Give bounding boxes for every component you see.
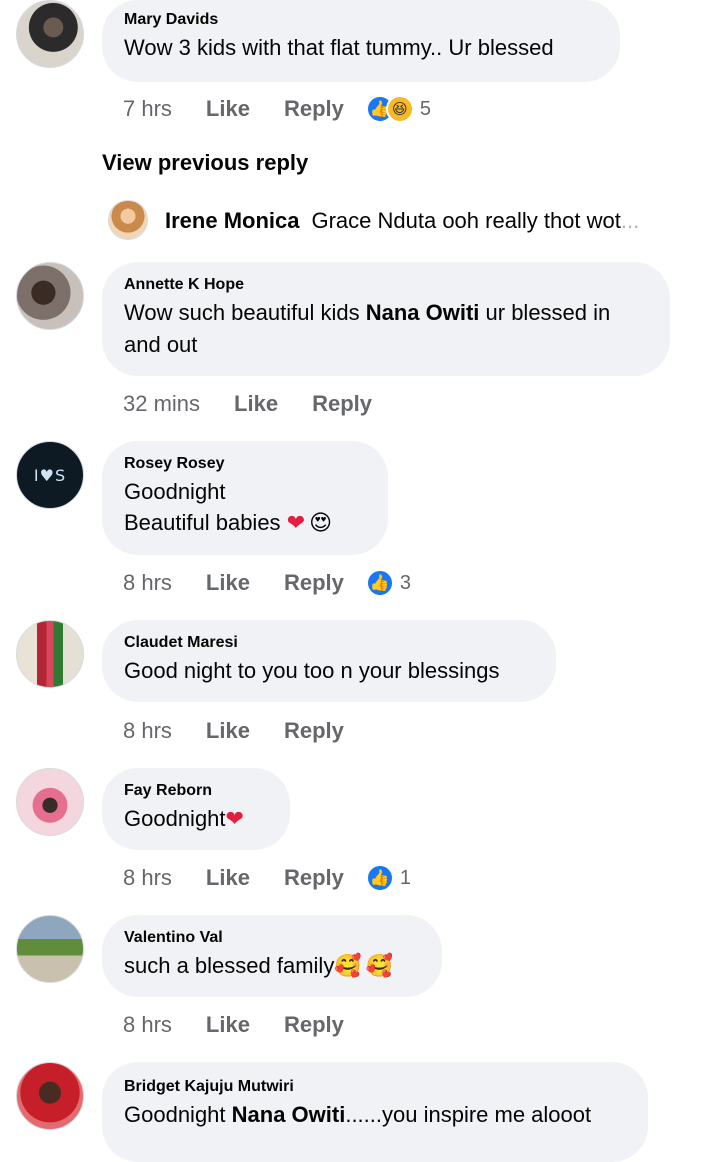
comment-bubble: Claudet Maresi Good night to you too n y…: [102, 620, 556, 702]
like-button[interactable]: Like: [206, 718, 250, 744]
like-icon: 👍: [365, 864, 394, 892]
like-button[interactable]: Like: [234, 391, 278, 417]
timestamp[interactable]: 7 hrs: [123, 96, 172, 122]
like-button[interactable]: Like: [206, 570, 250, 596]
heart-eyes-emoji-icon: 😍: [309, 511, 333, 536]
timestamp[interactable]: 32 mins: [123, 391, 200, 417]
smiling-hearts-emoji-icon: 🥰: [334, 954, 362, 979]
comment-text: Goodnight❤: [124, 803, 268, 836]
comment-actions: 32 mins Like Reply: [123, 389, 406, 419]
avatar[interactable]: [16, 620, 84, 688]
comment-line: Goodnight: [124, 479, 226, 504]
reaction-count: 1: [399, 866, 411, 889]
comment-text-part: Goodnight: [124, 1102, 232, 1127]
comment-text: Good night to you too n your blessings: [124, 658, 500, 683]
commenter-name[interactable]: Rosey Rosey: [124, 454, 366, 474]
comment-actions: 8 hrs Like Reply: [123, 1010, 378, 1040]
comment-text-content: such a blessed family: [124, 953, 335, 978]
commenter-name[interactable]: Mary Davids: [124, 10, 598, 30]
commenter-name[interactable]: Bridget Kajuju Mutwiri: [124, 1077, 626, 1097]
comment-bubble: Mary Davids Wow 3 kids with that flat tu…: [102, 0, 620, 82]
avatar[interactable]: [108, 200, 148, 240]
comment-actions: 8 hrs Like Reply 👍 3: [123, 568, 411, 598]
reply-button[interactable]: Reply: [312, 391, 372, 417]
like-button[interactable]: Like: [206, 1012, 250, 1038]
avatar[interactable]: [16, 262, 84, 330]
avatar[interactable]: [16, 0, 84, 68]
comment-text-part: ......you inspire me alooot: [345, 1102, 592, 1127]
reaction-summary[interactable]: 👍 3: [365, 569, 411, 597]
timestamp[interactable]: 8 hrs: [123, 718, 172, 744]
comment-actions: 7 hrs Like Reply 👍 😆 5: [123, 94, 431, 124]
like-button[interactable]: Like: [206, 96, 250, 122]
reply-button[interactable]: Reply: [284, 1012, 344, 1038]
comment-actions: 8 hrs Like Reply: [123, 716, 378, 746]
reply-button[interactable]: Reply: [284, 865, 344, 891]
reply-ellipsis: ...: [620, 208, 640, 233]
commenter-name[interactable]: Annette K Hope: [124, 275, 648, 295]
timestamp[interactable]: 8 hrs: [123, 865, 172, 891]
reaction-count: 3: [399, 571, 411, 594]
mention-link[interactable]: Nana Owiti: [366, 300, 480, 325]
comment-bubble: Bridget Kajuju Mutwiri Goodnight Nana Ow…: [102, 1062, 648, 1162]
haha-icon: 😆: [385, 95, 414, 123]
timestamp[interactable]: 8 hrs: [123, 1012, 172, 1038]
commenter-name[interactable]: Fay Reborn: [124, 781, 268, 801]
heart-emoji-icon: ❤: [286, 511, 306, 536]
commenter-name[interactable]: Valentino Val: [124, 928, 420, 948]
comment-bubble: Rosey Rosey Goodnight Beautiful babies ❤…: [102, 441, 388, 555]
comment-text: such a blessed family🥰 🥰: [124, 950, 420, 983]
like-icon: 👍: [365, 569, 394, 597]
reply-preview-text: Irene Monica Grace Nduta ooh really thot …: [165, 207, 680, 235]
avatar[interactable]: [16, 1062, 84, 1130]
comment-text: Wow such beautiful kids Nana Owiti ur bl…: [124, 297, 648, 361]
commenter-name[interactable]: Claudet Maresi: [124, 633, 534, 653]
reaction-count: 5: [419, 97, 431, 120]
smiling-hearts-emoji-icon: 🥰: [365, 954, 394, 979]
reply-button[interactable]: Reply: [284, 570, 344, 596]
like-button[interactable]: Like: [206, 865, 250, 891]
reply-button[interactable]: Reply: [284, 718, 344, 744]
avatar[interactable]: [16, 915, 84, 983]
avatar-logo: I♥S: [33, 465, 67, 485]
reply-button[interactable]: Reply: [284, 96, 344, 122]
avatar[interactable]: I♥S: [16, 441, 84, 509]
reaction-summary[interactable]: 👍 😆 5: [365, 95, 431, 123]
comment-actions: 8 hrs Like Reply 👍 1: [123, 863, 411, 893]
comment-text: Goodnight Nana Owiti......you inspire me…: [124, 1099, 626, 1131]
comment-text-content: Goodnight: [124, 806, 226, 831]
timestamp[interactable]: 8 hrs: [123, 570, 172, 596]
heart-emoji-icon: ❤: [225, 807, 244, 832]
comment-line-text: Beautiful babies: [124, 510, 281, 535]
comment-line-2: Beautiful babies ❤ 😍: [124, 507, 366, 540]
reply-snippet: Grace Nduta ooh really thot wot: [311, 208, 621, 233]
view-previous-reply-link[interactable]: View previous reply: [102, 148, 308, 178]
reply-author-name[interactable]: Irene Monica: [165, 208, 299, 233]
reaction-summary[interactable]: 👍 1: [365, 864, 411, 892]
comment-bubble: Valentino Val such a blessed family🥰 🥰: [102, 915, 442, 997]
comment-text-part: Wow such beautiful kids: [124, 300, 366, 325]
mention-link[interactable]: Nana Owiti: [232, 1102, 346, 1127]
reply-preview[interactable]: Irene Monica Grace Nduta ooh really thot …: [0, 198, 720, 242]
comment-bubble: Annette K Hope Wow such beautiful kids N…: [102, 262, 670, 376]
comment-bubble: Fay Reborn Goodnight❤: [102, 768, 290, 850]
comment-text: Wow 3 kids with that flat tummy.. Ur ble…: [124, 35, 554, 60]
comment-text: Goodnight Beautiful babies ❤ 😍: [124, 476, 366, 540]
avatar[interactable]: [16, 768, 84, 836]
